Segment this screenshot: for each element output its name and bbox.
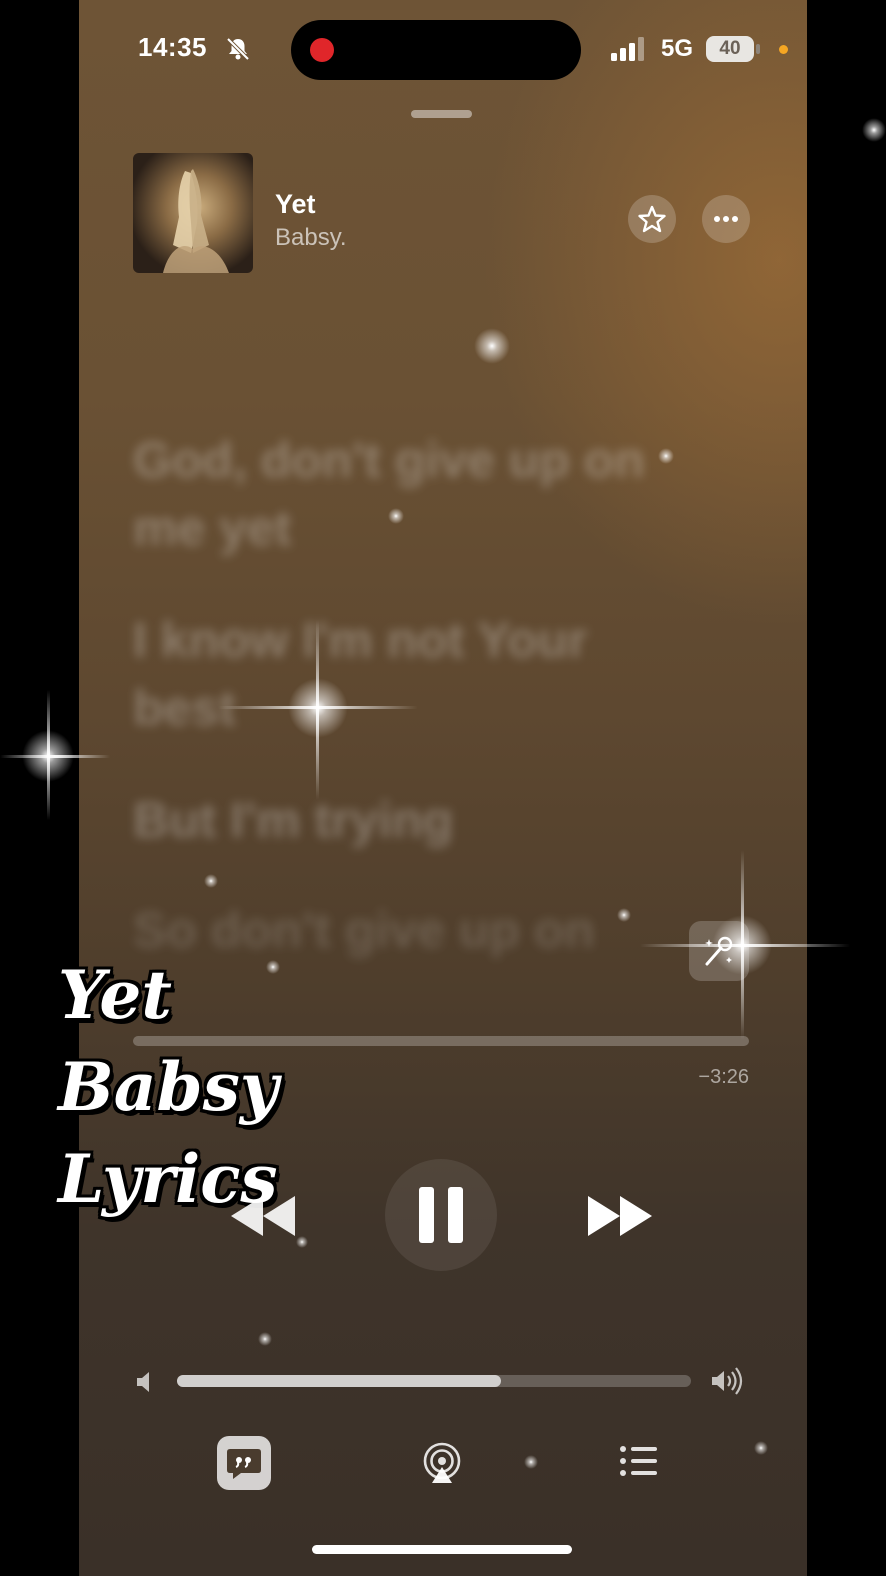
lyric-line[interactable]: I know I'm not Your [133,610,588,670]
sparkle-ray [47,690,50,820]
praying-hands-artwork [163,169,229,273]
dynamic-island[interactable] [291,20,581,80]
track-title: Yet [275,189,316,219]
lyric-line[interactable]: best [133,678,236,738]
volume-slider-fill [177,1375,501,1387]
lyric-line[interactable]: God, don't give up on [133,430,645,490]
cellular-signal-icon [611,37,644,61]
track-artist[interactable]: Babsy. [275,224,347,252]
album-artwork[interactable] [133,153,253,273]
lyrics-button[interactable] [217,1436,271,1490]
volume-high-icon [712,1367,743,1395]
privacy-indicator-dot [779,45,788,54]
bell-slash-icon [226,37,250,61]
favorite-button[interactable] [628,195,676,243]
battery-cap [756,44,760,54]
recording-indicator [310,38,334,62]
queue-list-icon[interactable] [619,1444,659,1478]
pause-icon [419,1187,463,1243]
airplay-icon[interactable] [420,1441,464,1485]
lyrics-quote-icon [227,1449,261,1479]
rewind-icon[interactable] [227,1190,297,1242]
overlay-song-title: Yet [58,956,172,1034]
sheet-grabber[interactable] [411,110,472,118]
pause-button[interactable] [385,1159,497,1271]
lyric-line[interactable]: So don't give up on [133,900,595,960]
status-time: 14:35 [138,32,207,62]
network-type: 5G [661,35,694,62]
overlay-artist: Babsy [58,1048,279,1126]
more-options-button[interactable] [702,195,750,243]
sparkle [862,118,886,142]
battery-icon: 40 [706,36,754,62]
microphone-sparkle-icon [705,936,733,966]
star-icon [638,205,666,233]
time-remaining: −3:26 [698,1066,749,1088]
sparkle [22,730,74,782]
lyric-line[interactable]: But I'm trying [133,790,453,850]
playback-progress-bar[interactable] [133,1036,749,1046]
volume-slider[interactable] [177,1375,691,1387]
volume-low-icon [137,1372,149,1392]
ellipsis-icon [714,216,738,222]
sing-along-button[interactable] [689,921,749,981]
lyric-line[interactable]: me yet [133,498,291,558]
home-indicator[interactable] [312,1545,572,1554]
fast-forward-icon[interactable] [586,1190,656,1242]
